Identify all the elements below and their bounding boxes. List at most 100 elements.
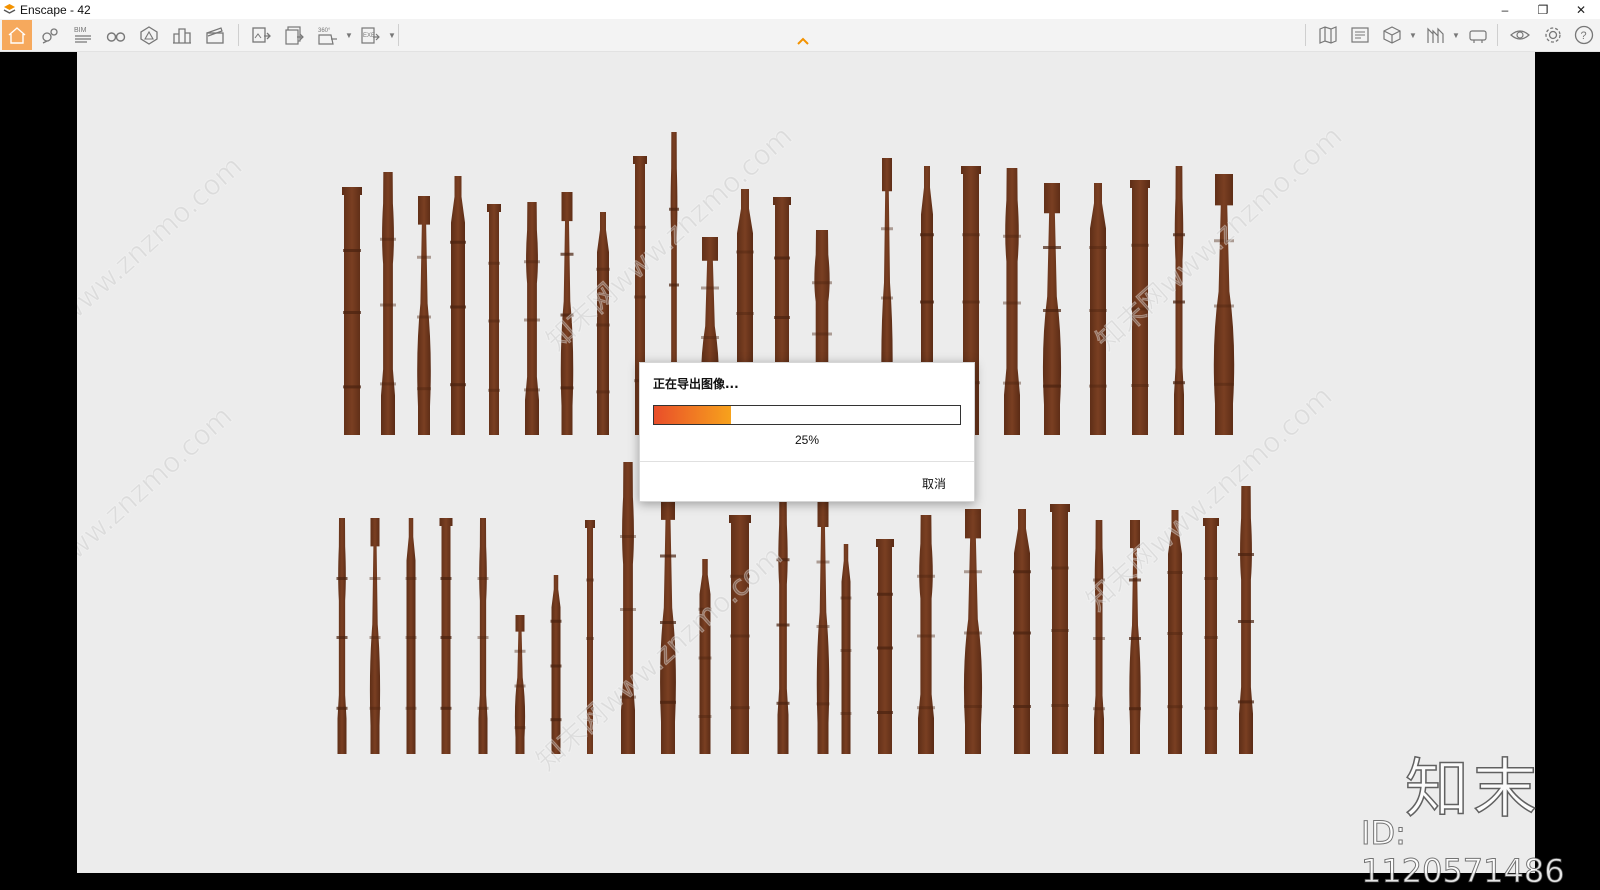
dialog-title: 正在导出图像...	[653, 377, 739, 391]
batch-render-icon	[285, 26, 304, 45]
baluster	[1089, 183, 1107, 435]
minimize-button[interactable]: –	[1486, 0, 1524, 19]
home-icon	[8, 27, 26, 44]
cube-view-button[interactable]	[1377, 20, 1407, 50]
baluster	[439, 518, 453, 754]
baluster	[524, 202, 540, 435]
baluster	[1238, 486, 1254, 754]
settings-panel-icon	[1351, 27, 1369, 43]
baluster	[1093, 520, 1105, 754]
help-button[interactable]: ?	[1571, 20, 1597, 50]
baluster	[776, 493, 790, 754]
export-exe-button[interactable]: EXE	[355, 20, 385, 50]
toolbar-separator	[1497, 24, 1498, 46]
settings-panel-button[interactable]	[1345, 20, 1375, 50]
cube-dropdown-caret[interactable]: ▼	[1409, 31, 1417, 40]
window-title: Enscape - 42	[20, 2, 91, 17]
baluster	[729, 515, 751, 754]
watermark-id: ID: 1120571486	[1361, 814, 1566, 890]
video-editor-icon	[206, 27, 224, 44]
toolbar-separator	[238, 24, 239, 46]
progress-bar	[653, 405, 961, 425]
watermark-tile-text: 知末网www.znzmo.com	[530, 539, 789, 777]
baluster	[1050, 504, 1070, 754]
collapse-toolbar-chevron-icon[interactable]	[796, 36, 810, 46]
export-exe-icon: EXE	[361, 27, 380, 44]
export-image-button[interactable]	[246, 20, 276, 50]
baluster	[342, 187, 362, 435]
baluster	[369, 518, 381, 754]
visibility-button[interactable]	[1505, 20, 1535, 50]
cube-view-icon	[1383, 26, 1401, 44]
buildings-button[interactable]	[167, 20, 197, 50]
svg-text:BIM: BIM	[74, 27, 87, 34]
baluster	[963, 509, 983, 754]
svg-text:EXE: EXE	[363, 33, 375, 39]
export-panorama-button[interactable]: 360°	[312, 20, 342, 50]
exe-dropdown-caret[interactable]: ▼	[388, 31, 396, 40]
bim-icon: BIM	[74, 27, 91, 43]
baluster	[514, 615, 526, 754]
asset-library-button[interactable]	[134, 20, 164, 50]
close-button[interactable]: ✕	[1562, 0, 1600, 19]
baluster	[487, 204, 501, 435]
binoculars-button[interactable]	[101, 20, 131, 50]
svg-text:?: ?	[1581, 30, 1587, 42]
baluster	[477, 518, 489, 754]
batch-render-button[interactable]	[279, 20, 309, 50]
baluster	[660, 488, 676, 754]
location-pins-icon	[42, 28, 58, 44]
cancel-button[interactable]: 取消	[922, 475, 946, 492]
baluster	[876, 539, 894, 754]
enscape-logo-icon	[3, 4, 16, 14]
map-icon	[1319, 26, 1337, 44]
title-bar: Enscape - 42 – ❐ ✕	[0, 0, 1600, 19]
visibility-icon	[1510, 30, 1530, 40]
progress-percent: 25%	[794, 433, 820, 447]
progress-bar-fill	[654, 406, 731, 424]
baluster	[840, 544, 852, 754]
baluster	[336, 518, 348, 754]
vr-headset-button[interactable]	[1463, 20, 1493, 50]
gear-icon	[1545, 27, 1561, 43]
baluster	[1042, 183, 1062, 435]
restore-button[interactable]: ❐	[1524, 0, 1562, 19]
baluster	[1203, 518, 1219, 754]
panorama-dropdown-caret[interactable]: ▼	[345, 31, 353, 40]
watermark-tile-text: 知末网www.znzmo.com	[77, 399, 239, 637]
toolbar-separator	[1305, 24, 1306, 46]
baluster	[417, 196, 431, 435]
baluster	[380, 172, 396, 435]
home-button[interactable]	[2, 20, 32, 50]
vr-headset-icon	[1469, 30, 1487, 43]
asset-library-icon	[140, 26, 158, 45]
export-progress-dialog: 正在导出图像... 25% 取消	[639, 362, 975, 502]
settings-button[interactable]	[1538, 20, 1568, 50]
view-mode-icon	[1427, 27, 1444, 43]
map-button[interactable]	[1313, 20, 1343, 50]
baluster	[405, 518, 417, 754]
baluster	[1003, 168, 1021, 435]
view-mode-button[interactable]	[1420, 20, 1450, 50]
baluster	[917, 515, 935, 754]
bim-button[interactable]: BIM	[68, 20, 98, 50]
dialog-divider	[640, 461, 974, 462]
watermark-tile-text: 知末网www.znzmo.com	[77, 149, 249, 387]
toolbar-separator	[398, 24, 399, 46]
buildings-icon	[173, 28, 191, 44]
baluster	[1013, 509, 1031, 754]
video-editor-button[interactable]	[200, 20, 230, 50]
baluster	[698, 559, 712, 754]
baluster	[816, 496, 830, 754]
export-image-icon	[252, 27, 271, 43]
binoculars-icon	[106, 32, 126, 42]
baluster	[1173, 166, 1185, 435]
view-mode-dropdown-caret[interactable]: ▼	[1452, 31, 1460, 40]
svg-text:360°: 360°	[318, 28, 331, 34]
location-pins-button[interactable]	[35, 20, 65, 50]
baluster	[450, 176, 466, 435]
watermark-tile-text: 知末网www.znzmo.com	[540, 119, 799, 357]
window-controls: – ❐ ✕	[1486, 0, 1600, 19]
export-panorama-icon: 360°	[318, 28, 337, 45]
help-icon: ?	[1574, 25, 1594, 45]
